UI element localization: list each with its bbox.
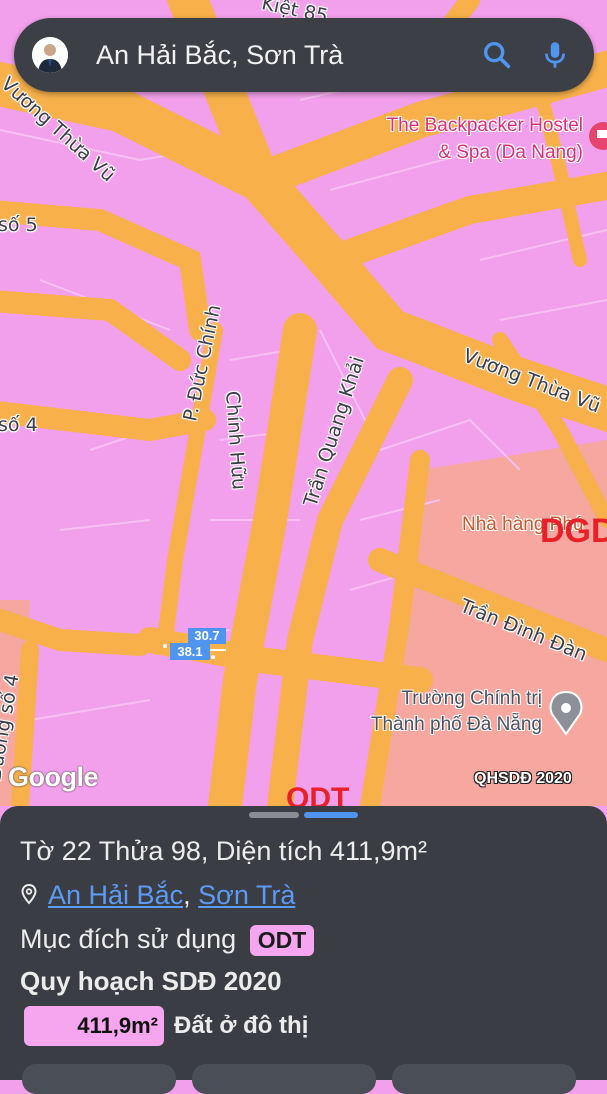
poi-hostel-name[interactable]: The Backpacker Hostel (357, 115, 583, 137)
search-input[interactable]: An Hải Bắc, Sơn Trà (96, 40, 343, 71)
sheet-drag-handle[interactable] (249, 812, 299, 818)
purpose-code-badge: ODT (249, 925, 315, 957)
purpose-label: Mục đích sử dụng (20, 924, 237, 954)
zone-label-dgd: DGD (540, 512, 607, 550)
search-icon[interactable] (480, 38, 514, 72)
action-button-3[interactable] (392, 1064, 576, 1094)
dimension-label-a: 30.7 (194, 628, 220, 643)
road-label-so5: số 5 (0, 214, 38, 236)
avatar[interactable] (32, 37, 68, 73)
plan-title: Quy hoạch SDĐ 2020 (20, 966, 282, 996)
action-button-1[interactable] (22, 1064, 176, 1094)
map-view[interactable]: Kiệt 85 Vương Thừa Vũ số 5 số 4 P. Đức C… (0, 0, 607, 806)
search-bar[interactable]: An Hải Bắc, Sơn Trà (14, 18, 594, 92)
microphone-icon[interactable] (538, 38, 572, 72)
parcel-title: Tờ 22 Thửa 98, Diện tích 411,9m² (20, 836, 427, 866)
poi-school-name-2[interactable]: Thành phố Đà Nẵng (346, 714, 542, 736)
parcel-location: An Hải Bắc, Sơn Trà (20, 880, 295, 912)
layer-label: QHSDĐ 2020 (474, 770, 572, 787)
poi-hostel-name-2[interactable]: & Spa (Da Nang) (357, 142, 583, 164)
plan-area-badge: 411,9m² (24, 1006, 164, 1046)
road-label-so4: số 4 (0, 414, 38, 436)
zone-label-odt: ODT (286, 782, 350, 806)
location-pin-icon (20, 881, 42, 912)
ward-link[interactable]: An Hải Bắc (48, 880, 183, 910)
google-logo: Google (8, 762, 99, 792)
plan-use: Đất ở đô thị (174, 1012, 309, 1039)
district-link[interactable]: Sơn Trà (198, 880, 295, 910)
poi-school-name[interactable]: Trường Chính trị (346, 688, 542, 710)
action-button-2[interactable] (192, 1064, 376, 1094)
purpose-row: Mục đích sử dụng ODT (20, 924, 315, 957)
dimension-label-b: 38.1 (177, 644, 203, 659)
location-separator: , (183, 880, 191, 910)
sheet-page-indicator (304, 812, 358, 818)
